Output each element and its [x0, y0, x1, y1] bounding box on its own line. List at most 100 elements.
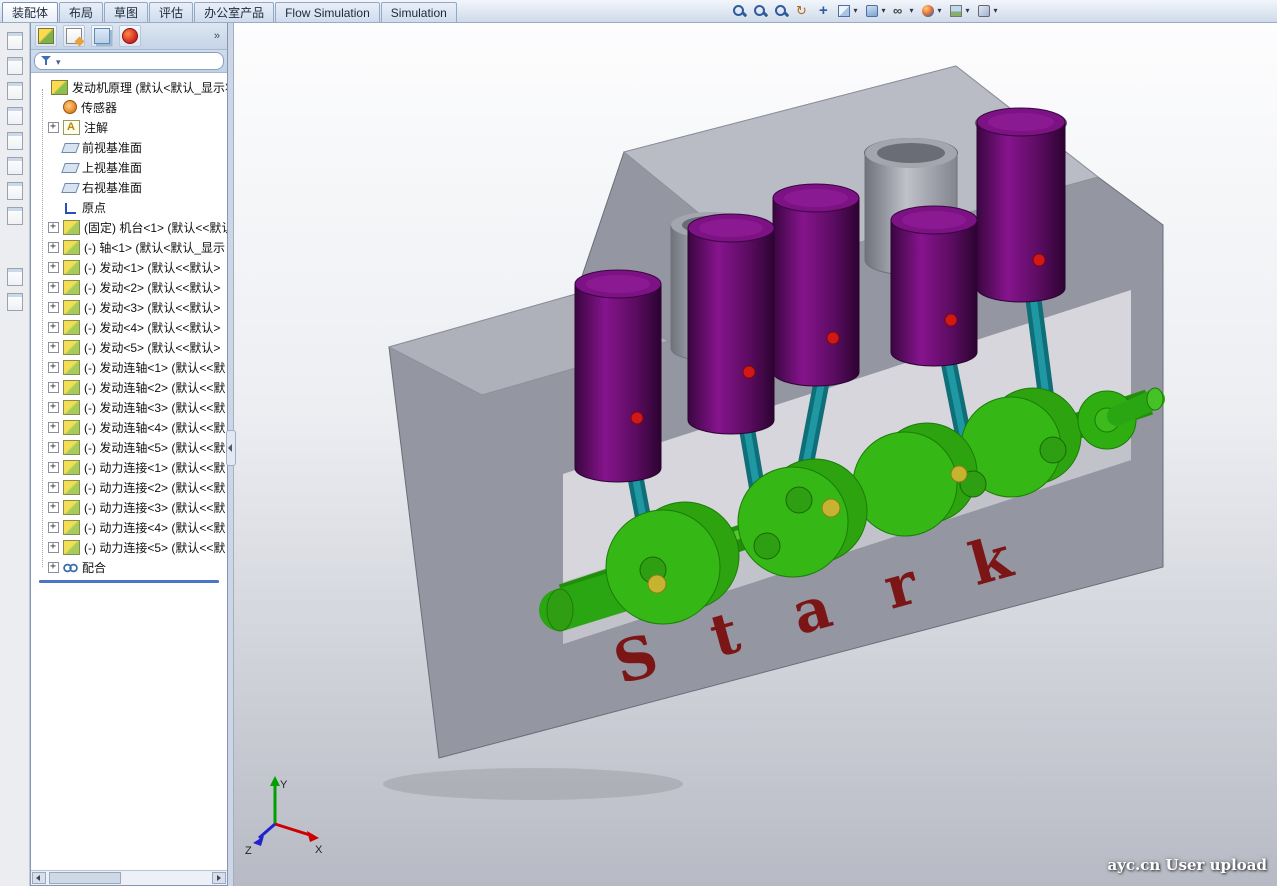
tree-item[interactable]: (-) 发动连轴<3> (默认<<默: [31, 397, 227, 417]
tree-item-label: 原点: [82, 199, 106, 216]
expand-toggle-icon[interactable]: [48, 242, 59, 253]
tree-item-icon: [63, 420, 80, 435]
toolbar-button[interactable]: [3, 80, 27, 102]
tree-item[interactable]: 配合: [31, 557, 227, 577]
tree-item[interactable]: (-) 动力连接<5> (默认<<默: [31, 537, 227, 557]
toolbar-button[interactable]: [3, 55, 27, 77]
toolbar-button[interactable]: [3, 130, 27, 152]
zoom-fit-icon: [731, 3, 747, 19]
tree-item[interactable]: (-) 发动连轴<5> (默认<<默: [31, 437, 227, 457]
command-tab[interactable]: 装配体: [2, 2, 58, 22]
scroll-right-button[interactable]: [212, 872, 226, 884]
view-tool-button[interactable]: [793, 1, 811, 21]
command-tab[interactable]: Flow Simulation: [275, 2, 380, 22]
scrollbar-thumb[interactable]: [49, 872, 121, 884]
viewport-3d[interactable]: Stark Y X Z ayc.cn User upload: [233, 22, 1277, 886]
tree-item[interactable]: (固定) 机台<1> (默认<<默认: [31, 217, 227, 237]
print-icon: [7, 107, 23, 125]
tree-item[interactable]: 注解: [31, 117, 227, 137]
tree-item[interactable]: (-) 动力连接<3> (默认<<默: [31, 497, 227, 517]
tree-item[interactable]: (-) 发动连轴<4> (默认<<默: [31, 417, 227, 437]
tree-item[interactable]: (-) 动力连接<2> (默认<<默: [31, 477, 227, 497]
expand-toggle-icon[interactable]: [48, 282, 59, 293]
tree-item[interactable]: (-) 发动<4> (默认<<默认>: [31, 317, 227, 337]
view-tool-button[interactable]: [947, 1, 972, 21]
tree-item[interactable]: (-) 发动<5> (默认<<默认>: [31, 337, 227, 357]
command-tab[interactable]: 布局: [59, 2, 103, 22]
expand-toggle-icon[interactable]: [48, 222, 59, 233]
expand-toggle-icon[interactable]: [48, 442, 59, 453]
expand-toggle-icon[interactable]: [48, 422, 59, 433]
tree-item[interactable]: (-) 动力连接<1> (默认<<默: [31, 457, 227, 477]
toolbar-button[interactable]: [3, 205, 27, 227]
chevron-down-icon[interactable]: [56, 52, 61, 70]
splitter-grip-icon[interactable]: [226, 430, 236, 466]
horizontal-scrollbar[interactable]: [31, 870, 227, 885]
tree-item[interactable]: 前视基准面: [31, 137, 227, 157]
toolbar-button[interactable]: [3, 30, 27, 52]
tree-item-icon: [51, 80, 68, 95]
expand-toggle-icon[interactable]: [48, 362, 59, 373]
command-tab[interactable]: 草图: [104, 2, 148, 22]
view-tool-button[interactable]: [891, 1, 916, 21]
panel-tab[interactable]: [119, 25, 141, 47]
model-scene[interactable]: Stark Y X Z: [233, 22, 1277, 886]
command-tab[interactable]: 评估: [149, 2, 193, 22]
tree-item[interactable]: (-) 发动<3> (默认<<默认>: [31, 297, 227, 317]
tree-item[interactable]: 原点: [31, 197, 227, 217]
tree-item[interactable]: (-) 轴<1> (默认<默认_显示: [31, 237, 227, 257]
view-tool-button[interactable]: [835, 1, 860, 21]
expand-toggle-icon[interactable]: [48, 502, 59, 513]
expand-toggle-icon[interactable]: [48, 482, 59, 493]
panel-splitter[interactable]: [228, 22, 234, 886]
toolbar-button[interactable]: [3, 291, 27, 313]
expand-toggle-icon[interactable]: [48, 122, 59, 133]
expand-toggle-icon[interactable]: [48, 342, 59, 353]
tree-filter-input[interactable]: [34, 52, 224, 70]
view-tool-button[interactable]: [975, 1, 1000, 21]
expand-toggle-icon[interactable]: [48, 462, 59, 473]
chevron-down-icon: [992, 1, 999, 21]
tree-item[interactable]: 右视基准面: [31, 177, 227, 197]
view-tool-button[interactable]: [751, 1, 769, 21]
toolbar-button[interactable]: [3, 155, 27, 177]
view-tool-button[interactable]: [772, 1, 790, 21]
toolbar-button[interactable]: [3, 105, 27, 127]
featuremanager-tab-icon: [38, 28, 54, 44]
scroll-left-button[interactable]: [32, 872, 46, 884]
tree-item-label: 传感器: [81, 99, 117, 116]
panel-tab[interactable]: [63, 25, 85, 47]
panel-tab[interactable]: [35, 25, 57, 47]
tree-item[interactable]: 发动机原理 (默认<默认_显示状: [31, 77, 227, 97]
configurationmanager-tab-icon: [94, 28, 110, 44]
expand-toggle-icon[interactable]: [48, 522, 59, 533]
tree-item[interactable]: (-) 发动<2> (默认<<默认>: [31, 277, 227, 297]
expand-toggle-icon[interactable]: [48, 322, 59, 333]
expand-toggle-icon[interactable]: [48, 302, 59, 313]
tree-item[interactable]: (-) 发动连轴<2> (默认<<默: [31, 377, 227, 397]
expand-toggle-icon[interactable]: [48, 262, 59, 273]
tree-item[interactable]: 传感器: [31, 97, 227, 117]
view-tool-button[interactable]: [863, 1, 888, 21]
view-tool-button[interactable]: [814, 1, 832, 21]
panel-overflow-button[interactable]: »: [211, 30, 223, 42]
panel-tab[interactable]: [91, 25, 113, 47]
expand-toggle-icon[interactable]: [48, 562, 59, 573]
expand-toggle-icon[interactable]: [48, 542, 59, 553]
tree-item[interactable]: (-) 动力连接<4> (默认<<默: [31, 517, 227, 537]
toolbar-button[interactable]: [3, 266, 27, 288]
rollback-bar[interactable]: [39, 580, 219, 583]
command-tab[interactable]: 办公室产品: [194, 2, 274, 22]
tree-item[interactable]: (-) 发动连轴<1> (默认<<默: [31, 357, 227, 377]
tree-item[interactable]: (-) 发动<1> (默认<<默认>: [31, 257, 227, 277]
toolbar-button[interactable]: [3, 180, 27, 202]
view-tool-button[interactable]: [730, 1, 748, 21]
panel-tabs-row: »: [31, 23, 227, 50]
watermark-text: ayc.cn User upload: [1107, 856, 1267, 874]
tree-item[interactable]: 上视基准面: [31, 157, 227, 177]
view-tool-button[interactable]: [919, 1, 944, 21]
command-tab[interactable]: Simulation: [381, 2, 457, 22]
command-tab-label: 草图: [114, 4, 138, 21]
expand-toggle-icon[interactable]: [48, 382, 59, 393]
expand-toggle-icon[interactable]: [48, 402, 59, 413]
